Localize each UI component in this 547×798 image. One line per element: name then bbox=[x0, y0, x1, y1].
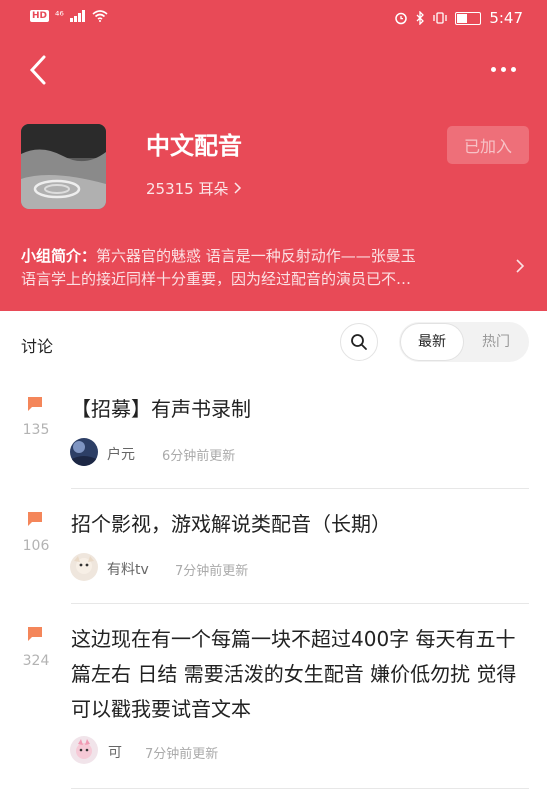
back-button[interactable] bbox=[24, 52, 54, 88]
author-name: 有料tv bbox=[107, 562, 149, 578]
sort-hot-tab[interactable]: 热门 bbox=[465, 324, 527, 360]
flag-icon bbox=[28, 397, 42, 411]
more-dot-icon bbox=[500, 66, 506, 72]
more-options-button[interactable] bbox=[483, 58, 523, 80]
chevron-right-icon bbox=[516, 259, 525, 273]
chevron-left-icon bbox=[29, 55, 46, 85]
signal-icon bbox=[69, 9, 85, 22]
ears-count: 25315 bbox=[146, 180, 194, 198]
avatar bbox=[70, 736, 98, 764]
wifi-icon bbox=[92, 9, 108, 22]
status-bar: HD ⁴⁶ 5:47 bbox=[0, 0, 547, 36]
status-time: 5:47 bbox=[489, 9, 523, 27]
search-icon bbox=[351, 334, 367, 350]
discussion-title: 【招募】有声书录制 bbox=[71, 397, 251, 421]
section-title: 讨论 bbox=[21, 337, 54, 356]
joined-button[interactable]: 已加入 bbox=[447, 126, 529, 164]
discussion-title: 这边现在有一个每篇一块不超过400字 每天有五十篇左右 日结 需要活泼的女生配音… bbox=[71, 627, 517, 721]
group-title: 中文配音 bbox=[146, 132, 242, 160]
discussion-item[interactable]: 324 这边现在有一个每篇一块不超过400字 每天有五十篇左右 日结 需要活泼的… bbox=[0, 610, 547, 790]
discussion-item[interactable]: 135 【招募】有声书录制 户元 6分钟前更新 bbox=[0, 380, 547, 490]
chevron-right-icon bbox=[234, 182, 242, 194]
update-time: 7分钟前更新 bbox=[145, 747, 219, 762]
sort-toggle: 最新 热门 bbox=[399, 322, 529, 362]
sort-latest-tab[interactable]: 最新 bbox=[401, 324, 463, 360]
discussion-item[interactable]: 106 招个影视，游戏解说类配音（长期） 有料tv 7分钟前更新 bbox=[0, 495, 547, 605]
vibrate-icon bbox=[433, 12, 447, 24]
avatar bbox=[70, 553, 98, 581]
reply-count: 324 bbox=[22, 653, 50, 669]
discussion-title: 招个影视，游戏解说类配音（长期） bbox=[71, 512, 391, 536]
flag-icon bbox=[28, 627, 42, 641]
battery-icon bbox=[455, 11, 482, 25]
avatar bbox=[70, 438, 98, 466]
group-header: HD ⁴⁶ 5:47 中文配音 25315 耳朵 已加入 小组简介：第六器官的魅… bbox=[0, 0, 547, 311]
group-intro[interactable]: 小组简介：第六器官的魅惑 语言是一种反射动作——张曼玉 语言学上的接近同样十分重… bbox=[21, 245, 511, 291]
search-button[interactable] bbox=[340, 323, 378, 361]
bluetooth-icon bbox=[416, 11, 425, 25]
author-name: 户元 bbox=[107, 447, 135, 463]
update-time: 6分钟前更新 bbox=[162, 449, 236, 464]
alarm-icon bbox=[395, 12, 408, 25]
ears-count-link[interactable]: 25315 耳朵 bbox=[146, 178, 243, 199]
more-dot-icon bbox=[510, 66, 516, 72]
network-label: ⁴⁶ bbox=[55, 9, 64, 22]
divider bbox=[71, 488, 529, 489]
update-time: 7分钟前更新 bbox=[175, 564, 249, 579]
intro-label: 小组简介： bbox=[21, 247, 97, 265]
divider bbox=[71, 603, 529, 604]
ears-unit: 耳朵 bbox=[198, 180, 229, 198]
hd-badge: HD bbox=[30, 9, 50, 22]
intro-text: 第六器官的魅惑 语言是一种反射动作——张曼玉 bbox=[96, 247, 416, 265]
intro-text-2: 语言学上的接近同样十分重要，因为经过配音的演员已不… bbox=[21, 270, 412, 288]
reply-count: 135 bbox=[22, 422, 50, 438]
flag-icon bbox=[28, 512, 42, 526]
reply-count: 106 bbox=[22, 538, 50, 554]
more-dot-icon bbox=[490, 66, 496, 72]
group-cover-image bbox=[21, 124, 106, 209]
divider bbox=[71, 788, 529, 789]
author-name: 可 bbox=[108, 745, 122, 761]
